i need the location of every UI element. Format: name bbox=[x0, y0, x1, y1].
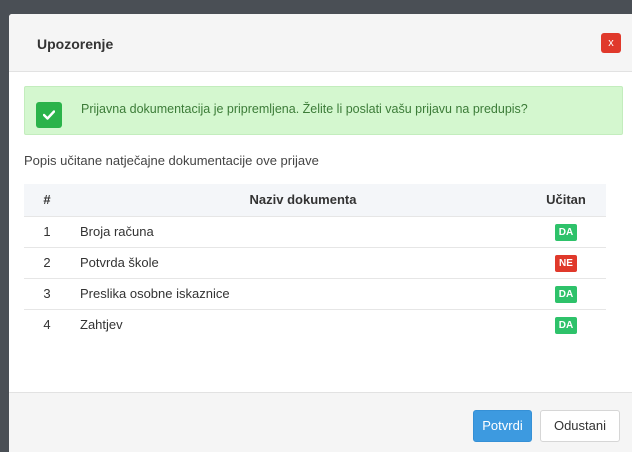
row-number: 3 bbox=[24, 277, 70, 309]
document-name: Broja računa bbox=[70, 215, 526, 247]
status-badge: DA bbox=[554, 223, 578, 241]
cancel-button[interactable]: Odustani bbox=[540, 410, 620, 442]
row-number: 4 bbox=[24, 308, 70, 340]
documents-caption: Popis učitane natječajne dokumentacije o… bbox=[24, 153, 319, 168]
column-header-uploaded: Učitan bbox=[526, 184, 606, 216]
row-number: 1 bbox=[24, 215, 70, 247]
dialog-header: Upozorenje x bbox=[9, 14, 632, 72]
document-name: Preslika osobne iskaznice bbox=[70, 277, 526, 309]
documents-table: # Naziv dokumenta Učitan 1 Broja računa … bbox=[24, 184, 606, 340]
dialog-title: Upozorenje bbox=[37, 36, 114, 52]
table-row: 3 Preslika osobne iskaznice DA bbox=[24, 277, 606, 309]
document-name: Potvrda škole bbox=[70, 246, 526, 278]
table-header-row: # Naziv dokumenta Učitan bbox=[24, 184, 606, 216]
check-icon bbox=[36, 102, 62, 128]
table-row: 4 Zahtjev DA bbox=[24, 308, 606, 340]
success-alert: Prijavna dokumentacija je pripremljena. … bbox=[24, 86, 623, 135]
document-name: Zahtjev bbox=[70, 308, 526, 340]
alert-message: Prijavna dokumentacija je pripremljena. … bbox=[81, 102, 528, 116]
table-row: 2 Potvrda škole NE bbox=[24, 246, 606, 278]
confirm-button[interactable]: Potvrdi bbox=[473, 410, 532, 442]
warning-dialog: Upozorenje x Prijavna dokumentacija je p… bbox=[9, 14, 632, 452]
dialog-body: Prijavna dokumentacija je pripremljena. … bbox=[9, 72, 632, 340]
column-header-name: Naziv dokumenta bbox=[70, 184, 526, 216]
status-badge: NE bbox=[555, 254, 577, 272]
table-row: 1 Broja računa DA bbox=[24, 215, 606, 247]
close-button[interactable]: x bbox=[601, 33, 621, 53]
row-number: 2 bbox=[24, 246, 70, 278]
column-header-number: # bbox=[24, 184, 70, 216]
status-badge: DA bbox=[554, 285, 578, 303]
dialog-footer: Potvrdi Odustani bbox=[9, 392, 632, 452]
status-badge: DA bbox=[554, 316, 578, 334]
